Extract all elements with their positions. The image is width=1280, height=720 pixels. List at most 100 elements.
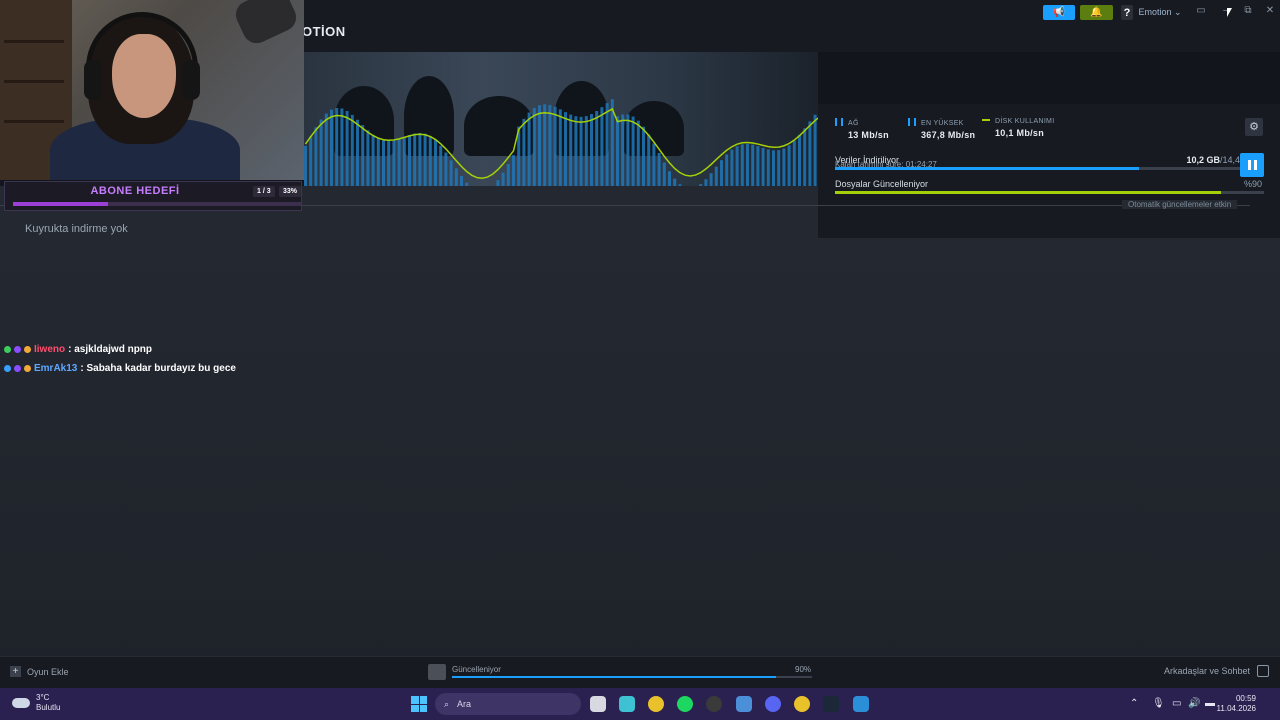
bandwidth-bar: [647, 134, 651, 186]
taskbar-search[interactable]: ⌕ Ara: [435, 693, 581, 715]
bandwidth-bar: [304, 146, 307, 186]
search-icon: ⌕: [444, 698, 450, 709]
help-button[interactable]: ?: [1121, 5, 1133, 20]
goal-count: 1 / 3: [253, 186, 275, 197]
bandwidth-bar: [418, 132, 422, 186]
bandwidth-bar: [642, 126, 645, 186]
bandwidth-bar: [678, 184, 682, 186]
update-percent: %90: [1243, 179, 1262, 189]
microphone-icon[interactable]: 🎙: [1152, 698, 1165, 709]
windows-taskbar: 3°C Bulutlu ⌕ Ara ⌃ 🎙 ▭ 🔊 ▬ 00:59 11.04.202…: [0, 688, 1280, 720]
megaphone-icon: 📢: [1052, 7, 1066, 18]
bandwidth-bar: [439, 145, 443, 186]
announcements-button[interactable]: 📢: [1043, 5, 1075, 20]
bandwidth-bar: [652, 143, 656, 186]
bandwidth-bar: [335, 108, 339, 186]
bandwidth-bar: [465, 182, 469, 186]
steam-icon[interactable]: [823, 696, 839, 712]
bandwidth-bar: [527, 112, 531, 186]
close-icon[interactable]: ✕: [1263, 5, 1277, 19]
update-progress-bar: [835, 191, 1264, 194]
bandwidth-bar: [356, 119, 359, 186]
discord-icon[interactable]: [765, 696, 781, 712]
game-thumbnail[interactable]: [428, 664, 446, 680]
store-icon[interactable]: [619, 696, 635, 712]
bandwidth-bar: [808, 121, 812, 186]
bandwidth-bar: [631, 116, 635, 186]
footer-download-percent: 90%: [795, 665, 812, 674]
bandwidth-bar: [798, 134, 801, 186]
updating-files-label: Dosyalar Güncelleniyor: [835, 179, 929, 189]
spotify-icon[interactable]: [677, 696, 693, 712]
bandwidth-bar: [382, 140, 385, 186]
friends-chat-button[interactable]: Arkadaşlar ve Sohbet: [1164, 666, 1250, 676]
goal-percent: 33%: [279, 186, 302, 197]
user-menu[interactable]: Emotion ⌄: [1136, 5, 1184, 20]
task-view-icon[interactable]: [590, 696, 606, 712]
chrome-icon[interactable]: [794, 696, 810, 712]
cloud-icon: [12, 698, 30, 708]
bandwidth-bar: [366, 130, 370, 186]
bandwidth-bar: [657, 152, 661, 186]
chevron-up-icon[interactable]: ⌃: [1130, 698, 1138, 709]
network-icon[interactable]: ▭: [1172, 698, 1181, 709]
bandwidth-bar: [584, 116, 588, 186]
bars-icon: [835, 118, 843, 126]
bandwidth-bar: [397, 139, 401, 186]
volume-icon[interactable]: 🔊: [1188, 698, 1200, 709]
bandwidth-bar: [787, 145, 791, 186]
obs-icon[interactable]: [706, 696, 722, 712]
bandwidth-bar: [756, 146, 760, 186]
big-picture-icon[interactable]: ▭: [1194, 5, 1208, 19]
bandwidth-bar: [605, 103, 609, 186]
bandwidth-bar: [574, 116, 578, 186]
badge-icon: [24, 346, 31, 353]
bandwidth-bar: [324, 113, 328, 186]
chrome-icon[interactable]: [648, 696, 664, 712]
start-icon[interactable]: [411, 696, 427, 712]
pause-button[interactable]: [1240, 153, 1264, 177]
bandwidth-bar: [496, 180, 500, 186]
bandwidth-bar: [428, 136, 432, 186]
bandwidth-bar: [803, 128, 807, 186]
chat-message: Iiweno : asjkldajwd npnp: [4, 340, 236, 359]
chat-username: Iiweno: [34, 344, 66, 355]
footer-progress-bar: [452, 676, 812, 678]
bandwidth-bar: [569, 114, 573, 186]
bandwidth-bar: [720, 160, 723, 186]
chat-icon[interactable]: [1257, 665, 1269, 677]
goal-title: ABONE HEDEFİ: [90, 185, 180, 197]
bandwidth-bar: [699, 184, 703, 186]
bandwidth-bar: [376, 138, 380, 186]
bandwidth-bar: [538, 105, 541, 186]
disk-stat: DİSK KULLANIMI 10,1 Mb/sn: [982, 118, 1054, 138]
battery-icon[interactable]: ▬: [1205, 698, 1215, 709]
bandwidth-bar: [746, 143, 749, 186]
webcam-overlay: [0, 0, 304, 180]
bandwidth-bar: [361, 125, 365, 186]
bandwidth-bar: [590, 114, 593, 186]
bandwidth-bar: [725, 154, 729, 186]
bandwidth-bar: [792, 140, 796, 186]
app-icon[interactable]: [853, 696, 869, 712]
bandwidth-bar: [740, 144, 744, 186]
weather-widget[interactable]: 3°C Bulutlu: [12, 693, 60, 713]
notifications-button[interactable]: 🔔: [1080, 5, 1113, 20]
clock[interactable]: 00:59 11.04.2026: [1217, 694, 1256, 714]
bandwidth-bar: [330, 109, 333, 186]
footer-bar: + Oyun Ekle Güncelleniyor 90% Arkadaşlar …: [0, 656, 1280, 688]
bandwidth-bar: [558, 109, 562, 186]
add-game-button[interactable]: + Oyun Ekle: [10, 666, 69, 677]
maximize-icon[interactable]: ⧉: [1241, 5, 1255, 19]
footer-download-label[interactable]: Güncelleniyor: [452, 665, 501, 674]
bandwidth-bar: [454, 168, 458, 186]
gear-icon[interactable]: ⚙: [1245, 118, 1263, 136]
bandwidth-bar: [319, 119, 323, 186]
bandwidth-bar: [564, 112, 567, 186]
bandwidth-bar: [423, 133, 427, 186]
bandwidth-bar: [636, 120, 640, 186]
app-icon[interactable]: [736, 696, 752, 712]
bandwidth-bar: [777, 150, 781, 186]
goal-progress-bar: [13, 202, 301, 206]
bandwidth-bar: [761, 147, 765, 186]
